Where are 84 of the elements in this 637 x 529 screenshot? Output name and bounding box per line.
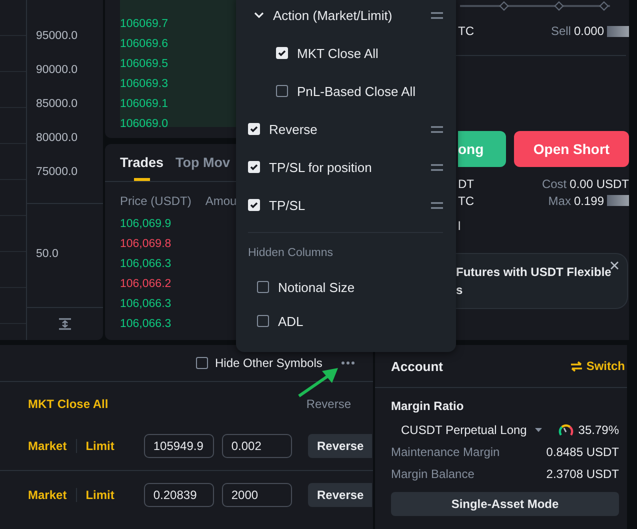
drag-handle-icon[interactable] [431, 126, 443, 132]
fit-icon[interactable] [58, 318, 72, 330]
trade-price: 106,066.3 [120, 317, 172, 332]
swap-icon [570, 360, 584, 372]
trade-price: 106,066.3 [120, 297, 172, 312]
banner-text: Futures with USDT Flexible [456, 264, 612, 281]
limit-link[interactable]: Limit [86, 488, 114, 502]
column-header: Reverse [306, 397, 351, 413]
checkbox[interactable] [196, 357, 208, 369]
price-input[interactable]: 105949.9 [144, 434, 214, 458]
info-label: Max [548, 194, 571, 208]
account-value: 2.3708 USDT [546, 467, 619, 481]
account-label: Maintenance Margin [391, 445, 500, 459]
menu-item-label: TP/SL [269, 198, 306, 212]
order-button[interactable]: Open Short [514, 131, 629, 167]
order-book-price: 106069.1 [120, 97, 168, 112]
trade-price: 106,066.3 [120, 257, 172, 272]
caret-icon [534, 428, 542, 432]
account-value: 0.8485 USDT [546, 445, 619, 459]
symbol-dropdown[interactable]: CUSDT Perpetual Long [391, 423, 542, 437]
menu-item-label: Notional Size [278, 280, 356, 294]
menu-item-label: TP/SL for position [269, 160, 373, 174]
info-value: 0.00 USDT [570, 176, 629, 190]
drag-handle-icon[interactable] [431, 202, 443, 208]
panel-title: Account [391, 358, 443, 374]
trade-price: 106,066.2 [120, 277, 172, 292]
order-text: DT [458, 176, 474, 190]
redacted-block [607, 195, 629, 206]
tab[interactable]: Top Mov [176, 144, 230, 181]
section-title: Hidden Columns [248, 246, 334, 261]
menu-item-label: Reverse [269, 122, 318, 136]
trade-price: 106,069.9 [120, 217, 172, 232]
price-input[interactable]: 0.20839 [144, 483, 214, 507]
axis-label: 50.0 [36, 248, 58, 260]
sell-value: 0.000 [574, 24, 604, 38]
column-header: MKT Close All [28, 397, 108, 413]
amount-input[interactable]: 0.002 [222, 434, 292, 458]
trade-price: 106,069.8 [120, 237, 172, 252]
order-book-price: 106069.0 [120, 117, 168, 132]
switch-button[interactable]: Switch [570, 359, 625, 373]
axis-label: 75000.0 [36, 165, 79, 180]
menu-item-label: ADL [278, 314, 304, 328]
margin-ratio-value: 35.79% [578, 423, 619, 437]
menu-item-label: PnL-Based Close All [297, 84, 417, 98]
reverse-button[interactable]: Reverse [308, 483, 372, 507]
order-book-price: 106069.7 [120, 17, 168, 32]
order-text: TC [458, 194, 474, 208]
drag-handle-icon[interactable] [431, 164, 443, 170]
gauge-icon [558, 423, 574, 437]
reverse-button[interactable]: Reverse [308, 434, 372, 458]
checkbox[interactable] [276, 85, 288, 97]
slider-track[interactable] [460, 0, 610, 12]
account-label: Margin Balance [391, 467, 474, 481]
menu-item-label: MKT Close All [297, 46, 380, 60]
drag-handle-icon[interactable] [431, 12, 443, 18]
axis-label: 85000.0 [36, 97, 79, 112]
checkbox[interactable] [257, 315, 269, 327]
axis-label: 95000.0 [36, 29, 79, 44]
info-label: Cost [542, 176, 567, 190]
banner-text: s [456, 282, 463, 299]
order-book-price: 106069.3 [120, 77, 168, 92]
axis-label: 80000.0 [36, 131, 79, 146]
amount-input[interactable]: 2000 [222, 483, 292, 507]
menu-item-label: Action (Market/Limit) [273, 8, 394, 22]
redacted-block [607, 26, 629, 36]
order-book-price: 106069.5 [120, 57, 168, 72]
section-title: Margin Ratio [391, 399, 465, 413]
column-header: Price (USDT) [120, 194, 192, 208]
close-icon[interactable] [610, 261, 619, 270]
order-book-price: 106069.6 [120, 37, 168, 52]
order-text: TC [458, 24, 474, 38]
sell-label: Sell [550, 24, 571, 38]
info-value: 0.199 [574, 194, 604, 208]
order-text: l [458, 219, 462, 233]
market-link[interactable]: Market [28, 488, 67, 502]
mode-button[interactable]: Single-Asset Mode [391, 492, 619, 516]
column-header: Amou [205, 194, 237, 208]
more-icon[interactable] [341, 361, 356, 365]
axis-label: 90000.0 [36, 63, 79, 78]
checkbox-label: Hide Other Symbols [215, 356, 322, 370]
market-link[interactable]: Market [28, 439, 67, 453]
chevron-icon[interactable] [254, 12, 264, 18]
limit-link[interactable]: Limit [86, 439, 114, 453]
checkbox[interactable] [257, 281, 269, 293]
